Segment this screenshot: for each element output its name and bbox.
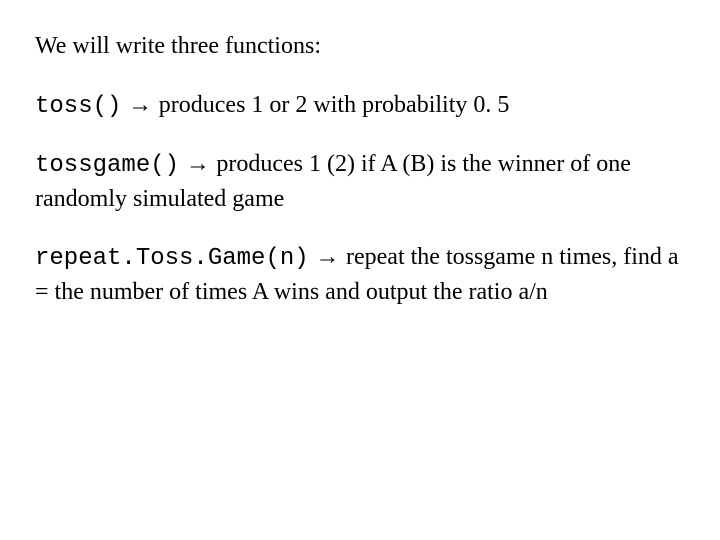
arrow-icon: → [121,91,158,118]
function-item: tossgame() → produces 1 (2) if A (B) is … [35,147,685,216]
code-token: tossgame() [35,152,179,179]
slide-heading: We will write three functions: [35,30,685,64]
function-item: repeat.Toss.Game(n) → repeat the tossgam… [35,240,685,309]
slide-content: We will write three functions: toss() → … [0,0,720,364]
arrow-icon: → [179,150,216,177]
code-token: toss() [35,93,121,120]
code-token: repeat.Toss.Game(n) [35,245,309,272]
arrow-icon: → [309,243,346,270]
function-description: produces 1 or 2 with probability 0. 5 [159,92,510,118]
function-item: toss() → produces 1 or 2 with probabilit… [35,88,685,124]
